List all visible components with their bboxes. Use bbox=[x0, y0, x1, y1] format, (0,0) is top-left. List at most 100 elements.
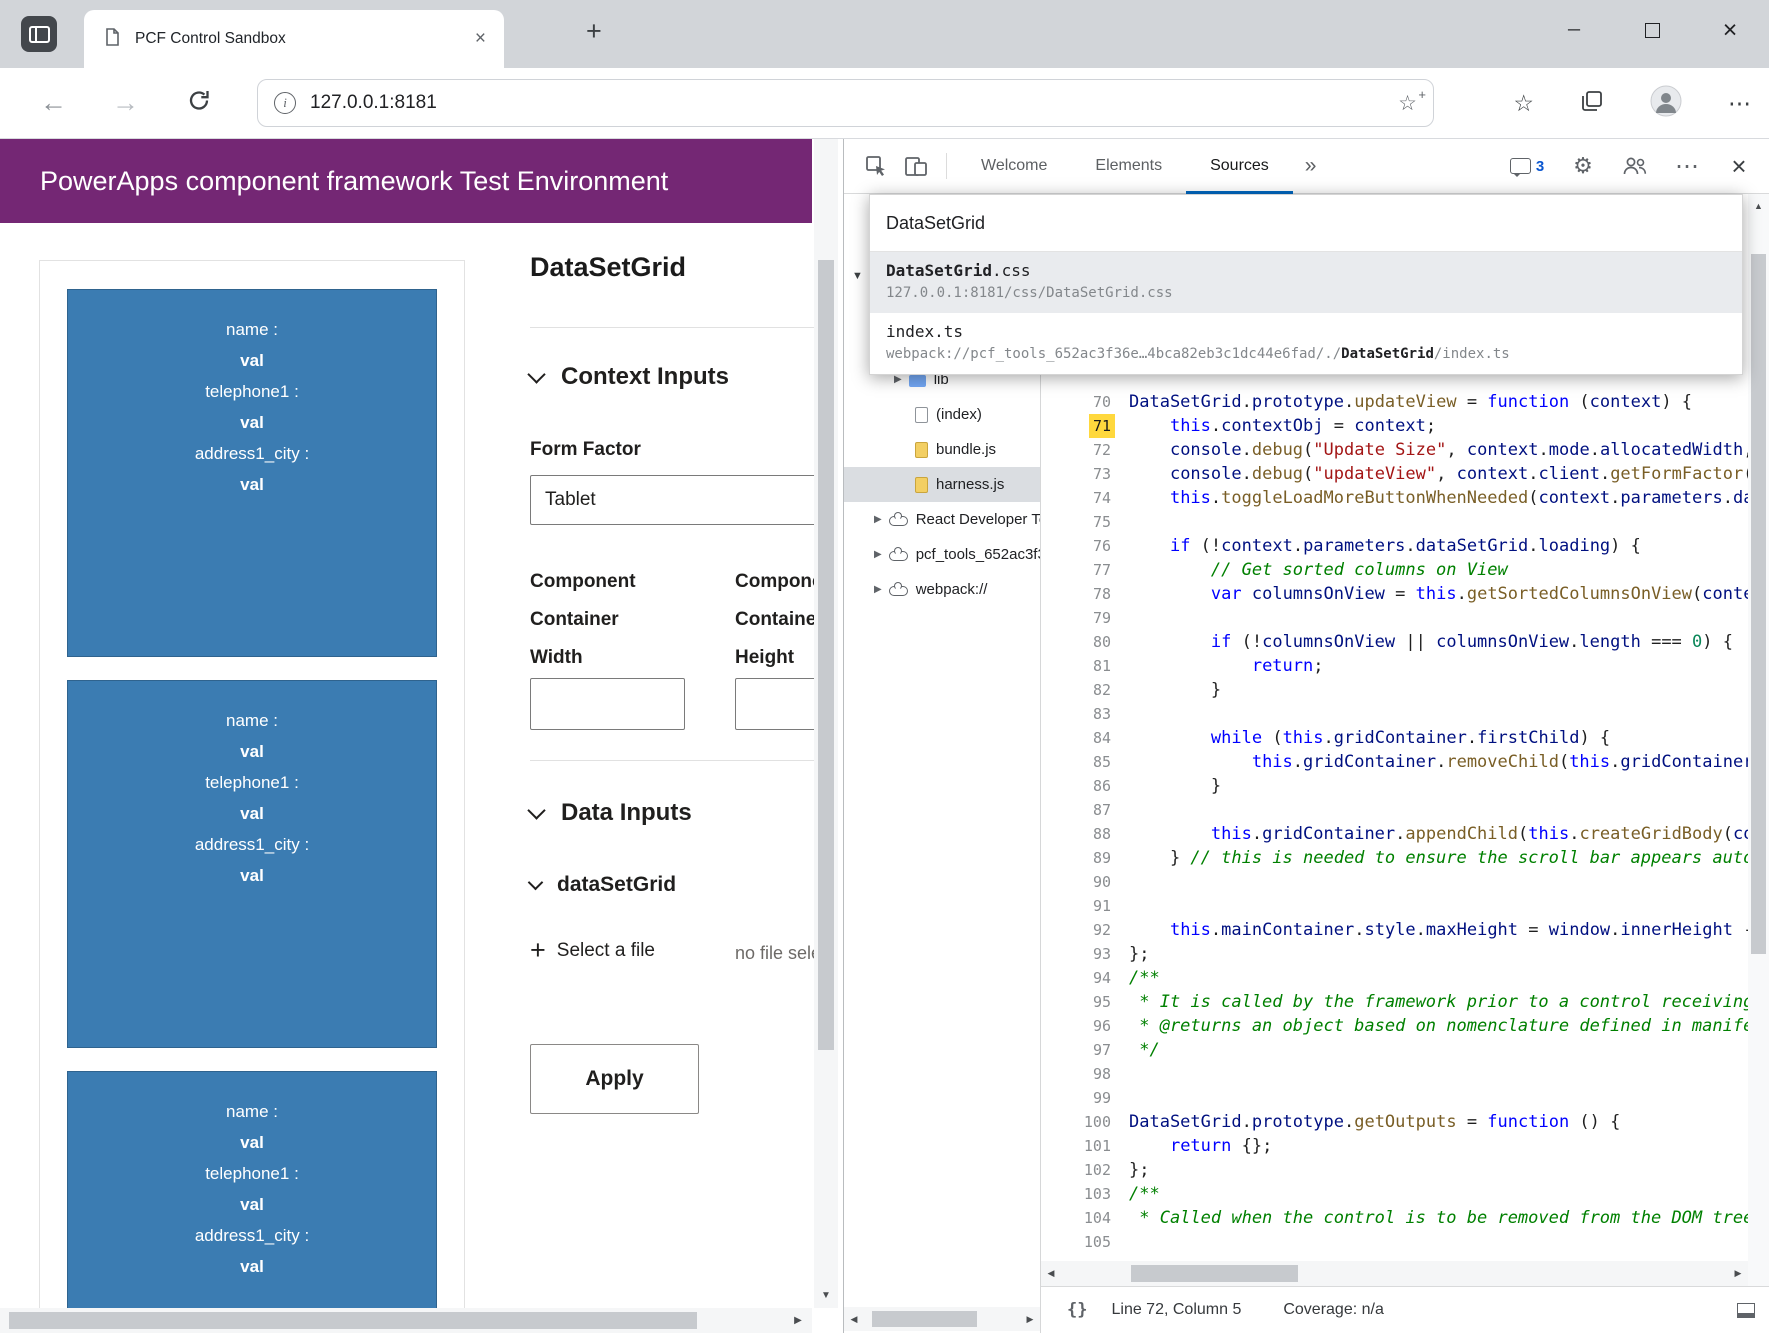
code-line[interactable]: 92 this.mainContainer.style.maxHeight = … bbox=[1041, 918, 1748, 942]
file-tree-item-bundle-js[interactable]: bundle.js bbox=[844, 432, 1040, 467]
scrollbar-thumb[interactable] bbox=[872, 1311, 977, 1327]
code-line[interactable]: 71 this.contextObj = context; bbox=[1041, 414, 1748, 438]
editor-vertical-scrollbar[interactable]: ▲ bbox=[1748, 194, 1769, 1286]
code-line[interactable]: 70DataSetGrid.prototype.updateView = fun… bbox=[1041, 390, 1748, 414]
quick-open-result[interactable]: index.tswebpack://pcf_tools_652ac3f36e…4… bbox=[870, 313, 1742, 374]
line-number[interactable]: 95 bbox=[1041, 990, 1129, 1014]
code-line[interactable]: 101 return {}; bbox=[1041, 1134, 1748, 1158]
code-line[interactable]: 94/** bbox=[1041, 966, 1748, 990]
code-line[interactable]: 77 // Get sorted columns on View bbox=[1041, 558, 1748, 582]
new-tab-button[interactable]: + bbox=[586, 16, 602, 47]
tab-sources[interactable]: Sources bbox=[1186, 139, 1293, 194]
code-line[interactable]: 86 } bbox=[1041, 774, 1748, 798]
maximize-button[interactable] bbox=[1613, 0, 1691, 60]
tab-welcome[interactable]: Welcome bbox=[957, 139, 1071, 194]
line-number[interactable]: 81 bbox=[1041, 654, 1129, 678]
line-number[interactable]: 82 bbox=[1041, 678, 1129, 702]
scroll-right-icon[interactable]: ▶ bbox=[786, 1308, 810, 1333]
tree-expander-icon[interactable]: ▼ bbox=[852, 270, 863, 282]
line-number[interactable]: 89 bbox=[1041, 846, 1129, 870]
expander-icon[interactable]: ▶ bbox=[874, 514, 882, 525]
line-number[interactable]: 92 bbox=[1041, 918, 1129, 942]
apply-button[interactable]: Apply bbox=[530, 1044, 699, 1114]
dataset-subsection-header[interactable]: dataSetGrid bbox=[530, 873, 676, 897]
record-card[interactable]: name :valtelephone1 :valaddress1_city :v… bbox=[67, 1071, 437, 1333]
minimize-button[interactable]: ─ bbox=[1535, 0, 1613, 60]
close-window-button[interactable]: × bbox=[1691, 0, 1769, 60]
line-number[interactable]: 75 bbox=[1041, 510, 1129, 534]
scroll-down-icon[interactable]: ▼ bbox=[814, 1284, 838, 1306]
file-tree-item-react-developer-tools[interactable]: ▶React Developer Tools bbox=[844, 502, 1040, 537]
issues-counter[interactable]: 3 bbox=[1497, 146, 1557, 186]
add-favorite-icon[interactable]: ☆+ bbox=[1398, 91, 1417, 116]
expander-icon[interactable]: ▶ bbox=[874, 549, 882, 560]
line-number[interactable]: 96 bbox=[1041, 1014, 1129, 1038]
record-card[interactable]: name :valtelephone1 :valaddress1_city :v… bbox=[67, 680, 437, 1048]
line-number[interactable]: 78 bbox=[1041, 582, 1129, 606]
browser-tab[interactable]: PCF Control Sandbox × bbox=[84, 10, 504, 68]
line-number[interactable]: 70 bbox=[1041, 390, 1129, 414]
scroll-right-icon[interactable]: ▶ bbox=[1728, 1261, 1748, 1286]
line-number[interactable]: 94 bbox=[1041, 966, 1129, 990]
code-line[interactable]: 100DataSetGrid.prototype.getOutputs = fu… bbox=[1041, 1110, 1748, 1134]
code-line[interactable]: 88 this.gridContainer.appendChild(this.c… bbox=[1041, 822, 1748, 846]
code-line[interactable]: 103/** bbox=[1041, 1182, 1748, 1206]
line-number[interactable]: 72 bbox=[1041, 438, 1129, 462]
line-number[interactable]: 88 bbox=[1041, 822, 1129, 846]
code-line[interactable]: 78 var columnsOnView = this.getSortedCol… bbox=[1041, 582, 1748, 606]
code-line[interactable]: 75 bbox=[1041, 510, 1748, 534]
editor-horizontal-scrollbar[interactable]: ◀ ▶ bbox=[1041, 1261, 1748, 1286]
code-line[interactable]: 102}; bbox=[1041, 1158, 1748, 1182]
record-card[interactable]: name :valtelephone1 :valaddress1_city :v… bbox=[67, 289, 437, 657]
device-toolbar-icon[interactable] bbox=[896, 146, 936, 186]
back-button[interactable]: ← bbox=[40, 88, 67, 119]
file-tree-item--index-[interactable]: (index) bbox=[844, 397, 1040, 432]
file-tree-item-harness-js[interactable]: harness.js bbox=[844, 467, 1040, 502]
code-line[interactable]: 95 * It is called by the framework prior… bbox=[1041, 990, 1748, 1014]
line-number[interactable]: 80 bbox=[1041, 630, 1129, 654]
code-line[interactable]: 105 bbox=[1041, 1230, 1748, 1254]
line-number[interactable]: 90 bbox=[1041, 870, 1129, 894]
context-inputs-section-header[interactable]: Context Inputs bbox=[530, 363, 729, 391]
devtools-settings-icon[interactable]: ⚙ bbox=[1557, 146, 1609, 186]
code-line[interactable]: 96 * @returns an object based on nomencl… bbox=[1041, 1014, 1748, 1038]
expander-icon[interactable]: ▶ bbox=[874, 584, 882, 595]
line-number[interactable]: 104 bbox=[1041, 1206, 1129, 1230]
code-line[interactable]: 76 if (!context.parameters.dataSetGrid.l… bbox=[1041, 534, 1748, 558]
file-tree-item-pcf-tools-652ac3f36e[interactable]: ▶pcf_tools_652ac3f36e bbox=[844, 537, 1040, 572]
line-number[interactable]: 102 bbox=[1041, 1158, 1129, 1182]
scrollbar-thumb[interactable] bbox=[818, 260, 834, 1050]
expander-icon[interactable]: ▶ bbox=[894, 374, 902, 385]
pretty-print-icon[interactable]: {} bbox=[1067, 1300, 1087, 1320]
code-line[interactable]: 84 while (this.gridContainer.firstChild)… bbox=[1041, 726, 1748, 750]
line-number[interactable]: 86 bbox=[1041, 774, 1129, 798]
navigator-horizontal-scrollbar[interactable]: ◀ ▶ bbox=[844, 1307, 1040, 1331]
code-line[interactable]: 87 bbox=[1041, 798, 1748, 822]
line-number[interactable]: 71 bbox=[1041, 414, 1129, 438]
form-factor-dropdown[interactable]: Tablet bbox=[530, 475, 814, 525]
line-number[interactable]: 98 bbox=[1041, 1062, 1129, 1086]
code-line[interactable]: 104 * Called when the control is to be r… bbox=[1041, 1206, 1748, 1230]
line-number[interactable]: 74 bbox=[1041, 486, 1129, 510]
data-inputs-section-header[interactable]: Data Inputs bbox=[530, 799, 692, 827]
quick-open-input[interactable]: DataSetGrid bbox=[870, 195, 1742, 252]
line-number[interactable]: 77 bbox=[1041, 558, 1129, 582]
scroll-left-icon[interactable]: ◀ bbox=[1041, 1261, 1061, 1286]
inspect-element-icon[interactable] bbox=[856, 146, 896, 186]
code-line[interactable]: 81 return; bbox=[1041, 654, 1748, 678]
line-number[interactable]: 76 bbox=[1041, 534, 1129, 558]
address-bar[interactable]: i 127.0.0.1:8181 ☆+ bbox=[257, 79, 1434, 127]
scroll-left-icon[interactable]: ◀ bbox=[844, 1307, 864, 1331]
toggle-drawer-icon[interactable] bbox=[1737, 1303, 1755, 1318]
url-text[interactable]: 127.0.0.1:8181 bbox=[310, 92, 1398, 114]
code-line[interactable]: 74 this.toggleLoadMoreButtonWhenNeeded(c… bbox=[1041, 486, 1748, 510]
quick-open-result[interactable]: DataSetGrid.css127.0.0.1:8181/css/DataSe… bbox=[870, 252, 1742, 313]
line-number[interactable]: 100 bbox=[1041, 1110, 1129, 1134]
line-number[interactable]: 91 bbox=[1041, 894, 1129, 918]
code-line[interactable]: 90 bbox=[1041, 870, 1748, 894]
line-number[interactable]: 97 bbox=[1041, 1038, 1129, 1062]
select-file-control[interactable]: + Select a file bbox=[530, 935, 655, 966]
line-number[interactable]: 85 bbox=[1041, 750, 1129, 774]
code-line[interactable]: 98 bbox=[1041, 1062, 1748, 1086]
code-line[interactable]: 80 if (!columnsOnView || columnsOnView.l… bbox=[1041, 630, 1748, 654]
